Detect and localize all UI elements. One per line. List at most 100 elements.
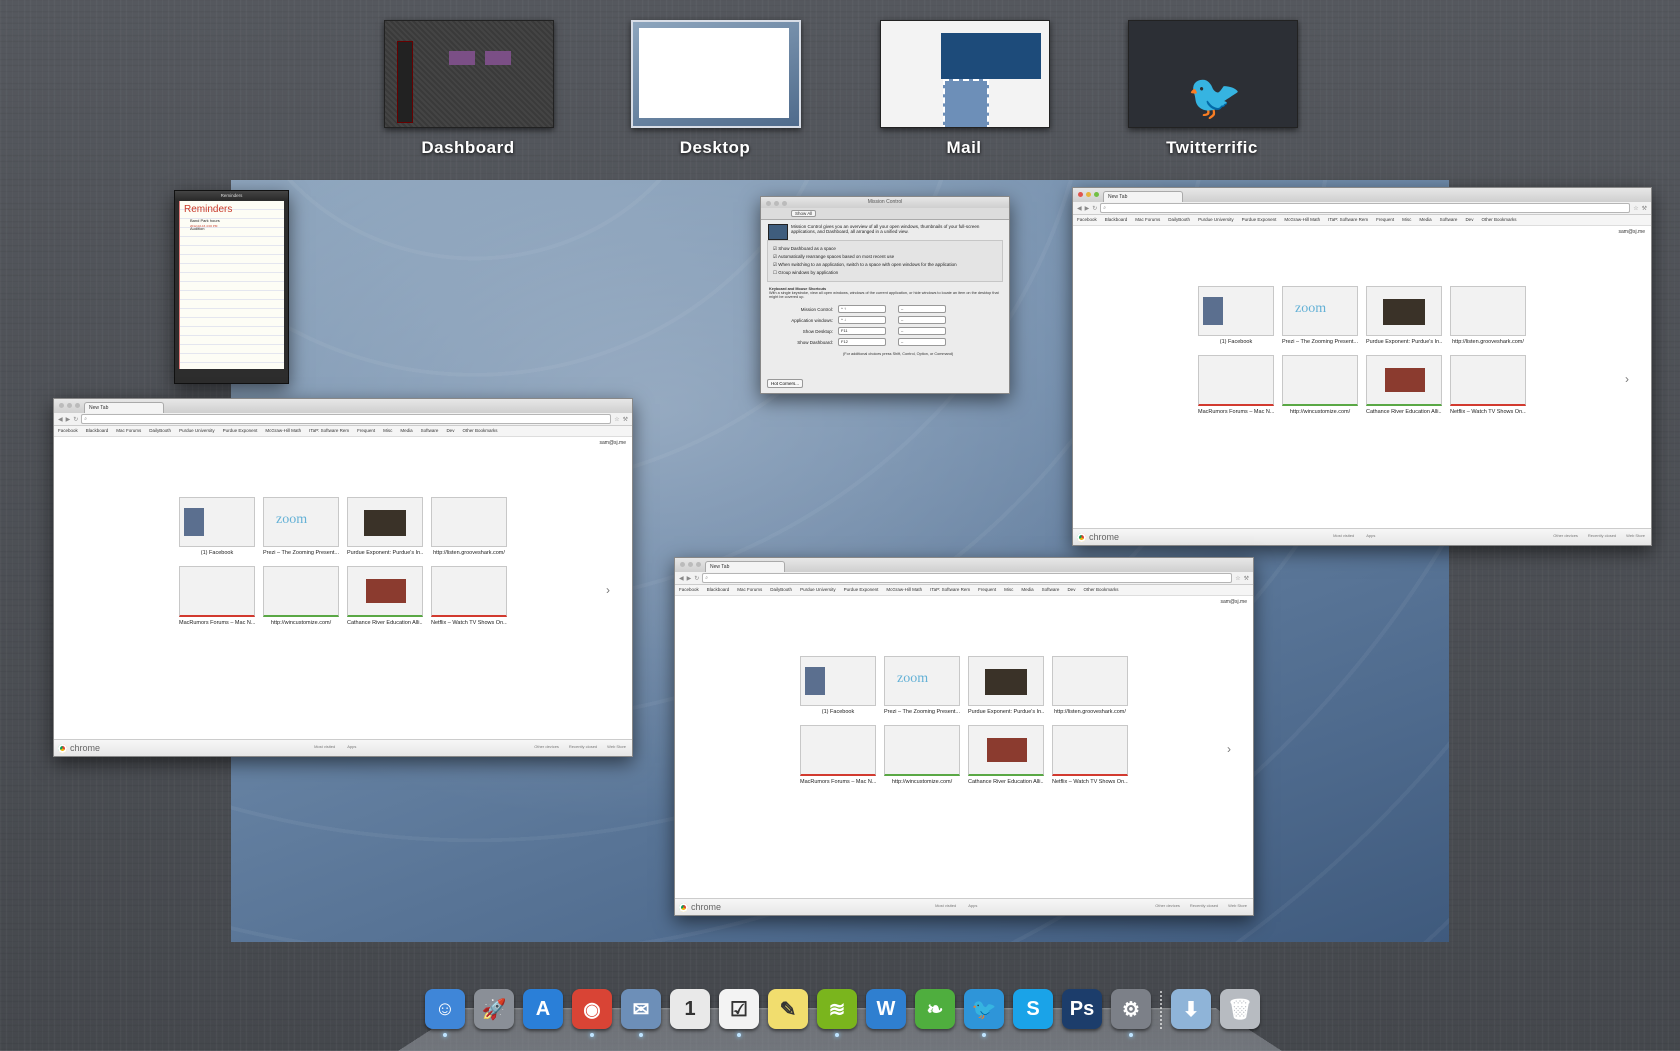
hot-corners-button[interactable]: Hot Corners... xyxy=(767,379,804,388)
bookmark-item[interactable]: Blackboard xyxy=(707,585,730,595)
finder-icon[interactable]: ☺ xyxy=(425,989,465,1037)
bookmark-item[interactable]: DailyBooth xyxy=(1168,215,1190,225)
bookmark-item[interactable]: Software xyxy=(421,426,439,436)
bookmark-item[interactable]: Dev xyxy=(446,426,454,436)
reminders-icon[interactable]: ☑ xyxy=(719,989,759,1037)
most-visited-tile[interactable]: Cathance River Education Alli... xyxy=(968,725,1044,785)
bookmark-item[interactable]: Other Bookmarks xyxy=(462,426,497,436)
wrench-icon[interactable]: ⚒ xyxy=(623,416,628,423)
reload-icon[interactable]: ↻ xyxy=(694,575,699,582)
most-visited-tile[interactable]: http://wincustomize.com/ xyxy=(263,566,339,626)
space-mail-thumbnail[interactable] xyxy=(880,20,1050,128)
bookmark-item[interactable]: ITaP: Software Rem xyxy=(1328,215,1368,225)
bookmark-item[interactable]: Mac Forums xyxy=(1135,215,1160,225)
most-visited-tile[interactable]: Purdue Exponent: Purdue's In... xyxy=(347,497,423,556)
wrench-icon[interactable]: ⚒ xyxy=(1244,575,1249,582)
most-visited-tile[interactable]: Netflix – Watch TV Shows On... xyxy=(431,566,507,626)
window-controls[interactable] xyxy=(1078,192,1099,197)
bookmark-item[interactable]: Mac Forums xyxy=(737,585,762,595)
forward-icon[interactable]: ▶ xyxy=(66,416,71,423)
most-visited-tile[interactable]: MacRumors Forums – Mac N... xyxy=(179,566,255,626)
most-visited-tile[interactable]: MacRumors Forums – Mac N... xyxy=(1198,355,1274,415)
bookmark-item[interactable]: Media xyxy=(400,426,412,436)
chrome-window-right[interactable]: New Tab ◀ ▶ ↻ ⌕ ☆ ⚒ Facebook Blackboard Mac Forum… xyxy=(1072,187,1652,546)
most-visited-tile[interactable]: Purdue Exponent: Purdue's In... xyxy=(1366,286,1442,345)
shortcut-key-select[interactable]: ^ ↓ xyxy=(838,316,886,324)
recently-closed-menu[interactable]: Recently closed xyxy=(569,744,597,749)
option-checkbox[interactable]: Show Dashboard as a space xyxy=(773,246,997,252)
mission-control-prefs-window[interactable]: Mission Control Show All Mission Control… xyxy=(760,196,1010,394)
bookmark-item[interactable]: ITaP: Software Rem xyxy=(309,426,349,436)
recently-closed-menu[interactable]: Recently closed xyxy=(1190,903,1218,908)
wrench-icon[interactable]: ⚒ xyxy=(1642,205,1647,212)
option-checkbox[interactable]: Automatically rearrange spaces based on … xyxy=(773,254,997,260)
back-icon[interactable]: ◀ xyxy=(1077,205,1082,212)
web-store-link[interactable]: Web Store xyxy=(607,744,626,749)
space-dashboard-thumbnail[interactable] xyxy=(384,20,554,128)
bookmark-item[interactable]: Purdue Exponent xyxy=(844,585,879,595)
most-visited-tab[interactable]: Most visited xyxy=(935,903,956,908)
tab-new-tab[interactable]: New Tab xyxy=(705,561,785,572)
most-visited-tile[interactable]: Prezi – The Zooming Present... xyxy=(263,497,339,556)
trash-icon[interactable]: 🗑 xyxy=(1220,989,1260,1029)
other-devices-menu[interactable]: Other devices xyxy=(534,744,559,749)
bookmark-item[interactable]: Software xyxy=(1042,585,1060,595)
space-twitterrific-thumbnail[interactable]: 🐦 xyxy=(1128,20,1298,128)
most-visited-tile[interactable]: Prezi – The Zooming Present... xyxy=(884,656,960,715)
next-page-arrow[interactable]: › xyxy=(606,583,610,597)
bookmark-item[interactable]: Media xyxy=(1021,585,1033,595)
most-visited-tile[interactable]: MacRumors Forums – Mac N... xyxy=(800,725,876,785)
most-visited-tile[interactable]: Netflix – Watch TV Shows On... xyxy=(1450,355,1526,415)
option-checkbox[interactable]: When switching to an application, switch… xyxy=(773,262,997,268)
window-controls[interactable] xyxy=(680,562,701,567)
bookmark-item[interactable]: Facebook xyxy=(1077,215,1097,225)
app-store-icon[interactable]: A xyxy=(523,989,563,1029)
space-desktop-thumbnail[interactable] xyxy=(631,20,801,128)
chrome-window-bottom[interactable]: New Tab ◀ ▶ ↻ ⌕ ☆ ⚒ Facebook Blackboard Mac Forum… xyxy=(674,557,1254,916)
space-dashboard[interactable]: Dashboard xyxy=(384,20,554,158)
reminder-item[interactable]: Audition xyxy=(180,225,284,233)
bookmark-item[interactable]: ITaP: Software Rem xyxy=(930,585,970,595)
most-visited-tile[interactable]: Cathance River Education Alli... xyxy=(1366,355,1442,415)
reminders-window[interactable]: Reminders Reminders Band Park hours 2012-… xyxy=(174,190,289,384)
system-preferences-icon[interactable]: ⚙ xyxy=(1111,989,1151,1037)
bookmark-item[interactable]: Frequent xyxy=(1376,215,1394,225)
omnibox[interactable]: ⌕ xyxy=(702,573,1233,583)
leaf-icon[interactable]: ❧ xyxy=(915,989,955,1029)
most-visited-tab[interactable]: Most visited xyxy=(1333,533,1354,538)
mail-icon[interactable]: ✉ xyxy=(621,989,661,1037)
web-store-link[interactable]: Web Store xyxy=(1626,533,1645,538)
next-page-arrow[interactable]: › xyxy=(1227,742,1231,756)
recently-closed-menu[interactable]: Recently closed xyxy=(1588,533,1616,538)
apps-tab[interactable]: Apps xyxy=(1366,533,1375,538)
launchpad-icon[interactable]: 🚀 xyxy=(474,989,514,1029)
window-controls[interactable] xyxy=(59,403,80,408)
shortcut-key-select[interactable]: ^ ↑ xyxy=(838,305,886,313)
most-visited-tile[interactable]: http://listen.grooveshark.com/ xyxy=(431,497,507,556)
bookmark-item[interactable]: Purdue University xyxy=(179,426,215,436)
word-icon[interactable]: W xyxy=(866,989,906,1029)
tab-new-tab[interactable]: New Tab xyxy=(1103,191,1183,202)
reminder-item[interactable]: Band Park hours 2012-02-16 4:00 PM xyxy=(180,217,284,228)
chrome-icon[interactable]: ◉ xyxy=(572,989,612,1037)
star-icon[interactable]: ☆ xyxy=(614,416,619,423)
bookmark-item[interactable]: McGraw-Hill Math xyxy=(265,426,301,436)
apps-tab[interactable]: Apps xyxy=(347,744,356,749)
shortcut-mouse-select[interactable]: – xyxy=(898,338,946,346)
downloads-folder-icon[interactable]: ⬇ xyxy=(1171,989,1211,1029)
reload-icon[interactable]: ↻ xyxy=(1092,205,1097,212)
star-icon[interactable]: ☆ xyxy=(1235,575,1240,582)
space-desktop[interactable]: Desktop xyxy=(631,20,801,158)
bookmark-item[interactable]: Software xyxy=(1440,215,1458,225)
bookmark-item[interactable]: Purdue Exponent xyxy=(1242,215,1277,225)
bookmark-item[interactable]: McGraw-Hill Math xyxy=(1284,215,1320,225)
bookmark-item[interactable]: Other Bookmarks xyxy=(1083,585,1118,595)
bookmark-item[interactable]: Misc xyxy=(1402,215,1411,225)
shortcut-mouse-select[interactable]: – xyxy=(898,316,946,324)
bookmark-item[interactable]: Purdue University xyxy=(800,585,836,595)
option-checkbox[interactable]: Group windows by application xyxy=(773,270,997,276)
bookmark-item[interactable]: Blackboard xyxy=(1105,215,1128,225)
bookmark-item[interactable]: Frequent xyxy=(357,426,375,436)
bookmark-item[interactable]: Dev xyxy=(1465,215,1473,225)
spotify-icon[interactable]: ≋ xyxy=(817,989,857,1037)
